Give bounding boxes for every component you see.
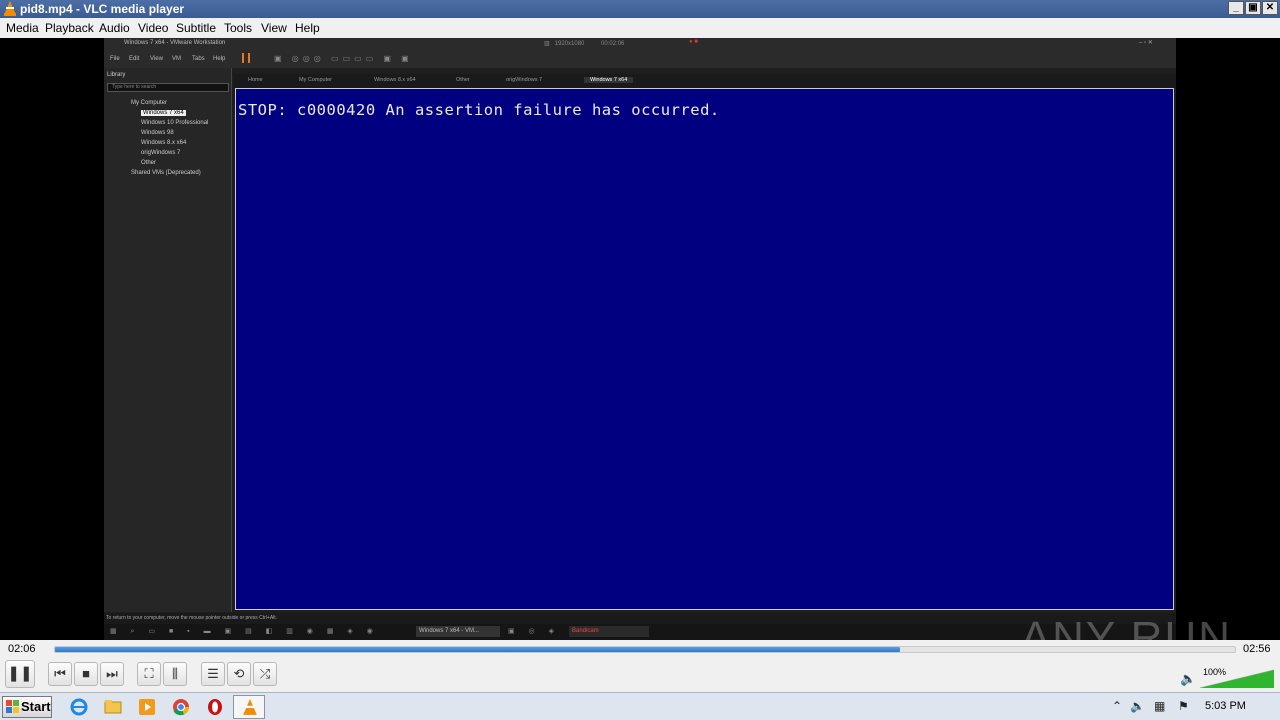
chrome-icon[interactable] — [170, 697, 192, 717]
tree-windows7: Windows 7 x64 — [141, 110, 186, 116]
library-search: Type here to search — [107, 83, 229, 92]
vmware-status-bar: To return to your computer, move the mou… — [104, 613, 1176, 624]
show-hidden-icons[interactable]: ⌃ — [1112, 699, 1122, 713]
menu-video[interactable]: Video — [138, 21, 168, 35]
menu-subtitle[interactable]: Subtitle — [176, 21, 216, 35]
vmware-menu-tabs: Tabs — [192, 56, 205, 62]
vmware-library-panel: Library Type here to search My Computer … — [104, 68, 232, 612]
next-icon: ⏭ — [106, 666, 118, 681]
vm-tab-home: Home — [248, 77, 263, 83]
seek-progress — [55, 647, 900, 652]
shuffle-button[interactable]: ⤮ — [253, 662, 277, 686]
pause-icon: ❚❚ — [7, 665, 33, 682]
menu-view[interactable]: View — [261, 21, 287, 35]
menu-playback[interactable]: Playback — [45, 21, 94, 35]
internet-explorer-icon[interactable] — [68, 697, 90, 717]
equalizer-icon: ⫼ — [172, 666, 178, 681]
tree-shared-vms: Shared VMs (Deprecated) — [131, 170, 201, 176]
opera-icon[interactable] — [204, 697, 226, 717]
playlist-icon: ☰ — [207, 666, 219, 681]
previous-button[interactable]: ⏮ — [48, 662, 72, 686]
volume-tray-icon[interactable]: 🔈 — [1130, 699, 1145, 713]
vmware-frame: Windows 7 x64 - VMware Workstation ▥ 192… — [104, 38, 1176, 640]
vmware-toolbar-icons: ▣ ◎◎◎ ▭▭▭▭ ▣ ▣ — [274, 54, 413, 63]
close-button[interactable]: ✕ — [1262, 1, 1278, 15]
vmware-menu-help: Help — [213, 56, 226, 62]
fullscreen-button[interactable]: ⛶ — [137, 662, 161, 686]
file-explorer-icon[interactable] — [102, 697, 124, 717]
guest-taskbar-bandicam: Bandicam — [569, 626, 649, 637]
extended-settings-button[interactable]: ⫼ — [163, 662, 187, 686]
start-label: Start — [21, 699, 51, 714]
vmware-pause-icon — [242, 53, 250, 63]
next-button[interactable]: ⏭ — [100, 662, 124, 686]
vlc-icon — [243, 699, 257, 715]
bsod-message: STOP: c0000420 An assertion failure has … — [238, 101, 720, 119]
vmware-menu-file: File — [110, 56, 120, 62]
vm-tab-windows8: Windows 8.x x64 — [374, 77, 416, 83]
tree-other: Other — [141, 160, 157, 166]
menu-tools[interactable]: Tools — [224, 21, 252, 35]
vmware-menu-view: View — [150, 56, 163, 62]
guest-taskbar-window: Windows 7 x64 - VM... — [416, 626, 500, 637]
vmware-menu-bar: File Edit View VM Tabs Help ▣ ◎◎◎ ▭▭▭▭ ▣… — [104, 50, 1176, 68]
vmware-title: Windows 7 x64 - VMware Workstation — [124, 40, 226, 46]
volume-slider[interactable] — [1200, 666, 1274, 688]
vm-tab-my-computer: My Computer — [299, 77, 333, 83]
taskbar: Start ⌃ 🔈 ▦ ⚑ 5:03 PM — [0, 692, 1280, 720]
playlist-button[interactable]: ☰ — [201, 662, 225, 686]
speaker-icon[interactable]: 🔈 — [1180, 671, 1196, 687]
fullscreen-icon: ⛶ — [144, 666, 154, 681]
watermark: ANY RUN — [1020, 613, 1232, 640]
vlc-cone-icon — [4, 1, 16, 16]
vlc-taskbar-button[interactable] — [233, 695, 265, 719]
window-title: pid8.mp4 - VLC media player — [20, 2, 185, 16]
network-tray-icon[interactable]: ▦ — [1154, 699, 1165, 713]
control-bar: ❚❚ ⏮ ■ ⏭ ⛶ ⫼ ☰ ⟲ ⤮ 🔈 100% — [0, 658, 1280, 692]
tree-my-computer: My Computer — [131, 100, 168, 106]
vmware-menu-edit: Edit — [129, 56, 140, 62]
tree-windows10: Windows 10 Professional — [141, 120, 209, 126]
clock[interactable]: 5:03 PM — [1205, 700, 1246, 712]
seek-bar[interactable] — [54, 646, 1236, 653]
vmware-tabs: Home My Computer Windows 8.x x64 Other o… — [234, 74, 1176, 88]
maximize-button[interactable]: ▣ — [1245, 1, 1261, 15]
menu-audio[interactable]: Audio — [99, 21, 130, 35]
media-player-icon[interactable] — [136, 697, 158, 717]
menu-bar: Media Playback Audio Video Subtitle Tool… — [0, 18, 1280, 38]
library-label: Library — [107, 72, 126, 78]
stop-icon: ■ — [82, 666, 90, 681]
bsod-screen: STOP: c0000420 An assertion failure has … — [235, 88, 1174, 610]
action-center-icon[interactable]: ⚑ — [1178, 699, 1189, 713]
stop-button[interactable]: ■ — [74, 662, 98, 686]
minimize-button[interactable]: _ — [1228, 1, 1244, 15]
loop-icon: ⟲ — [233, 666, 245, 681]
total-time: 02:56 — [1243, 643, 1271, 655]
loop-button[interactable]: ⟲ — [227, 662, 251, 686]
pause-button[interactable]: ❚❚ — [5, 660, 35, 688]
vm-tab-origwindows7: origWindows 7 — [506, 77, 543, 83]
start-button[interactable]: Start — [2, 696, 52, 718]
vm-tab-windows7: Windows 7 x64 — [584, 77, 634, 83]
vmware-guest-taskbar: ▦ ⌕ ▭ ■ ▪ ▬ ▣ ▤ ◧ ▥ ◉ ▦ ◈ ◉ Windows 7 x6… — [104, 624, 1176, 640]
previous-icon: ⏮ — [54, 666, 66, 681]
tree-origwindows7: origWindows 7 — [141, 150, 181, 156]
menu-help[interactable]: Help — [295, 21, 320, 35]
video-area[interactable]: Windows 7 x64 - VMware Workstation ▥ 192… — [0, 38, 1280, 640]
seek-row: 02:06 02:56 — [0, 640, 1280, 658]
tree-windows8: Windows 8.x x64 — [141, 140, 187, 146]
tree-windows98: Windows 98 — [141, 130, 174, 136]
vmware-menu-vm: VM — [172, 56, 181, 62]
menu-media[interactable]: Media — [6, 21, 39, 35]
shuffle-icon: ⤮ — [259, 666, 271, 681]
elapsed-time: 02:06 — [8, 643, 36, 655]
title-bar: pid8.mp4 - VLC media player _ ▣ ✕ — [0, 0, 1280, 18]
vmware-title-bar: Windows 7 x64 - VMware Workstation ▥ 192… — [104, 38, 1176, 50]
vm-tab-other: Other — [456, 77, 470, 83]
windows-logo-icon — [6, 700, 19, 713]
